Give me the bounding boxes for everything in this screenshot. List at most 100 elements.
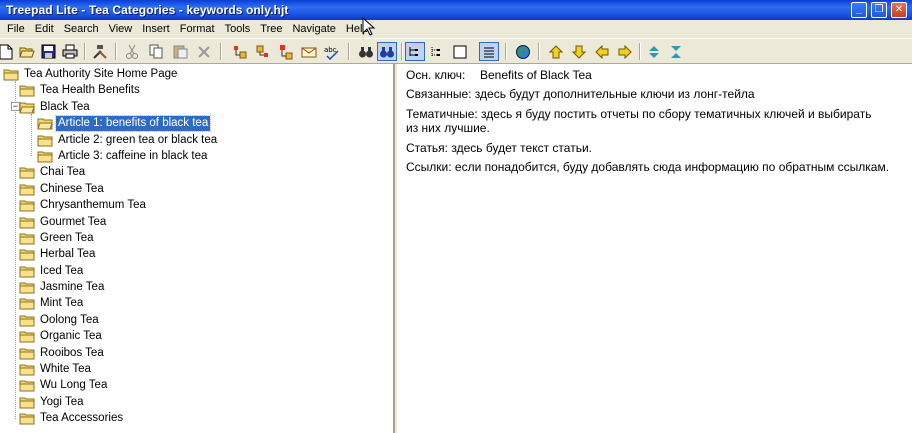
globe-icon[interactable] — [513, 42, 533, 61]
article-view-icon[interactable] — [450, 42, 470, 61]
tree-node-label: Mint Tea — [40, 296, 84, 309]
email-icon[interactable] — [299, 42, 319, 61]
toolbar-separator — [538, 43, 540, 60]
tree-node-selected[interactable]: Article 1: benefits of black tea — [37, 114, 212, 132]
tree-node[interactable]: Mint Tea — [19, 295, 85, 311]
delete-icon[interactable] — [194, 42, 214, 61]
tree-node[interactable]: Tea Accessories — [19, 410, 125, 426]
treepad-window: Treepad Lite - Tea Categories - keywords… — [0, 0, 912, 433]
new-file-icon[interactable] — [0, 42, 16, 61]
toolbar-separator — [220, 43, 222, 60]
tree-node[interactable]: Chai Tea — [19, 164, 87, 180]
move-right-icon[interactable] — [615, 42, 635, 61]
tree-node[interactable]: Jasmine Tea — [19, 279, 106, 295]
folder-icon — [19, 85, 35, 96]
tree-node[interactable]: White Tea — [19, 361, 93, 377]
tree-node[interactable]: Iced Tea — [19, 263, 85, 279]
menu-navigate[interactable]: Navigate — [287, 20, 340, 38]
note-line-related: Связанные: здесь будут дополнительные кл… — [406, 87, 755, 101]
collapse-all-icon[interactable] — [666, 42, 686, 61]
folder-icon — [19, 167, 35, 178]
find-icon[interactable] — [356, 42, 376, 61]
folder-icon — [19, 364, 35, 375]
minimize-button[interactable]: _ — [851, 2, 867, 18]
move-left-icon[interactable] — [592, 42, 612, 61]
close-button[interactable]: ✕ — [891, 2, 907, 18]
menu-file[interactable]: File — [2, 20, 30, 38]
tree-node-label: Oolong Tea — [40, 313, 99, 326]
insert-node-before-icon[interactable] — [230, 42, 250, 61]
folder-icon — [19, 266, 35, 277]
menu-format[interactable]: Format — [175, 20, 220, 38]
tree-node[interactable]: Yogi Tea — [19, 394, 86, 410]
tree-node[interactable]: Chrysanthemum Tea — [19, 197, 148, 213]
menu-insert[interactable]: Insert — [137, 20, 175, 38]
svg-text:abc: abc — [324, 46, 337, 54]
tree-node-label: Herbal Tea — [40, 247, 96, 260]
tree-pane[interactable]: − Tea Authority Site Home Page Tea Healt… — [0, 64, 394, 433]
menu-search[interactable]: Search — [59, 20, 104, 38]
toolbar: abc — [0, 38, 912, 64]
restore-button[interactable]: ❐ — [871, 2, 887, 18]
title-bar[interactable]: Treepad Lite - Tea Categories - keywords… — [0, 0, 912, 20]
tree-node-label: Black Tea — [40, 100, 90, 113]
menu-tree[interactable]: Tree — [255, 20, 287, 38]
menu-edit[interactable]: Edit — [30, 20, 59, 38]
insert-node-after-icon[interactable] — [253, 42, 273, 61]
tree-node[interactable]: Gourmet Tea — [19, 214, 108, 230]
folder-icon — [19, 184, 35, 195]
tree-node[interactable]: Rooibos Tea — [19, 345, 106, 361]
word-wrap-icon[interactable] — [479, 42, 499, 61]
copy-icon[interactable] — [146, 42, 166, 61]
tree-node-label: Green Tea — [40, 231, 94, 244]
folder-icon — [37, 135, 53, 146]
print-icon[interactable] — [60, 42, 80, 61]
toolbar-separator — [84, 43, 86, 60]
show-tree-icon[interactable] — [405, 42, 425, 61]
tree-node[interactable]: Organic Tea — [19, 328, 104, 344]
mouse-cursor-icon — [362, 17, 376, 36]
expand-all-icon[interactable] — [644, 42, 664, 61]
tree-view-icon[interactable] — [427, 42, 447, 61]
tree-node[interactable]: Herbal Tea — [19, 246, 97, 262]
tree-node-label: Wu Long Tea — [40, 378, 108, 391]
cut-icon[interactable] — [122, 42, 142, 61]
paste-icon[interactable] — [170, 42, 190, 61]
tree-node[interactable]: Green Tea — [19, 230, 96, 246]
tree-node-label: Chinese Tea — [40, 182, 104, 195]
tree-node[interactable]: Article 2: green tea or black tea — [37, 132, 219, 148]
toolbar-separator — [348, 43, 350, 60]
tree-node[interactable]: Chinese Tea — [19, 181, 106, 197]
tree-node-label: Article 1: benefits of black tea — [54, 114, 212, 132]
folder-icon — [19, 249, 35, 260]
menu-view[interactable]: View — [104, 20, 138, 38]
spellcheck-icon[interactable]: abc — [322, 42, 342, 61]
article-pane[interactable]: Осн. ключ: Benefits of Black Tea Связанны… — [397, 64, 912, 433]
find-next-icon[interactable] — [377, 42, 397, 61]
folder-icon — [19, 413, 35, 424]
tree-node-root[interactable]: Tea Authority Site Home Page — [3, 66, 179, 82]
toolbar-separator — [639, 43, 641, 60]
tree-node[interactable]: Tea Health Benefits — [19, 82, 142, 98]
folder-icon — [19, 348, 35, 359]
tree-node[interactable]: Article 3: caffeine in black tea — [37, 148, 209, 164]
main-key-label: Осн. ключ: — [406, 68, 466, 82]
move-down-icon[interactable] — [569, 42, 589, 61]
tree-node[interactable]: Oolong Tea — [19, 312, 101, 328]
save-icon[interactable] — [38, 42, 58, 61]
open-folder-icon[interactable] — [17, 42, 37, 61]
window-title: Treepad Lite - Tea Categories - keywords… — [6, 3, 289, 17]
tools-icon[interactable] — [90, 42, 110, 61]
tree-node-label: Gourmet Tea — [40, 215, 107, 228]
menu-tools[interactable]: Tools — [220, 20, 256, 38]
folder-icon — [19, 298, 35, 309]
tree-node[interactable]: Black Tea — [19, 99, 92, 115]
tree-node-label: Chrysanthemum Tea — [40, 198, 146, 211]
move-up-icon[interactable] — [546, 42, 566, 61]
open-folder-icon — [37, 118, 53, 129]
folder-icon — [19, 315, 35, 326]
folder-icon — [19, 397, 35, 408]
note-line-article: Статья: здесь будет текст статьи. — [406, 141, 592, 155]
tree-node[interactable]: Wu Long Tea — [19, 377, 109, 393]
insert-child-icon[interactable] — [276, 42, 296, 61]
